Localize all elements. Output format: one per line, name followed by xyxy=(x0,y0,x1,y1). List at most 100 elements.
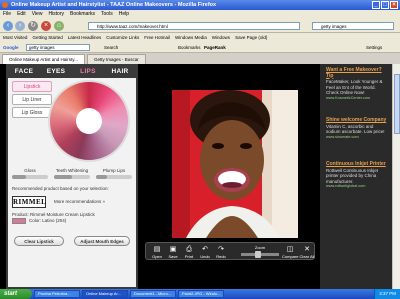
tab-label: Getty Images - Buscar xyxy=(93,57,139,62)
menu-history[interactable]: History xyxy=(48,10,64,19)
save-label: Save xyxy=(168,254,178,259)
subtab-lipstick[interactable]: Lipstick xyxy=(12,81,52,92)
ad-url[interactable]: www.sinomate.com xyxy=(326,135,388,141)
tab-strip: Online Makeup Artist and Hairsty... Gett… xyxy=(0,53,400,64)
slider-fill xyxy=(96,175,107,179)
slider-label: Plump Lips xyxy=(102,168,126,173)
google-settings-button[interactable]: Settings xyxy=(366,42,382,53)
navigation-toolbar: ‹ › ↻ × ⌂ http://www.taaz.com/makeover.h… xyxy=(0,19,400,33)
menu-view[interactable]: View xyxy=(32,10,43,19)
undo-button[interactable]: ↶ Undo xyxy=(198,245,212,259)
brand-logo[interactable]: RIMMEL xyxy=(12,196,46,208)
home-icon[interactable]: ⌂ xyxy=(54,21,64,31)
windows-taskbar: start Prueba Petrobra... Online Makeup A… xyxy=(0,289,400,299)
clear-all-button[interactable]: ✕ Clear All xyxy=(299,245,315,259)
window-title: Online Makeup Artist and Hairstylist - T… xyxy=(11,2,217,8)
menu-help[interactable]: Help xyxy=(119,10,129,19)
subtab-lip-gloss[interactable]: Lip Gloss xyxy=(12,107,52,118)
vertical-scrollbar[interactable] xyxy=(392,64,400,289)
ad-title[interactable]: Want a Free Makeover? Tip xyxy=(326,67,388,79)
taskbar-item[interactable]: Online Makeup Ar... xyxy=(82,290,128,298)
menu-edit[interactable]: Edit xyxy=(17,10,26,19)
stop-icon[interactable]: × xyxy=(41,21,51,31)
product-color: Color: Latino (204) xyxy=(29,218,67,224)
tab-label: Online Makeup Artist and Hairsty... xyxy=(9,57,78,62)
plump-lips-slider[interactable]: Plump Lips xyxy=(96,168,132,179)
menu-tools[interactable]: Tools xyxy=(101,10,113,19)
tab-lips[interactable]: LIPS xyxy=(72,66,104,78)
zoom-slider[interactable]: Zoom xyxy=(241,245,279,258)
bookmark-windows-media[interactable]: Windows Media xyxy=(175,33,207,42)
more-recommendations-link[interactable]: More recommendations » xyxy=(54,199,105,204)
save-button[interactable]: ▣ Save xyxy=(166,245,180,259)
print-label: Print xyxy=(184,254,194,259)
close-window-button[interactable]: × xyxy=(390,1,398,9)
slider-fill xyxy=(54,175,72,179)
redo-button[interactable]: ↷ Redo xyxy=(214,245,228,259)
taskbar-item[interactable]: Document1 - Micro... xyxy=(130,290,176,298)
clear-all-label: Clear All xyxy=(299,254,315,259)
open-button[interactable]: ▤ Open xyxy=(150,245,164,259)
color-wheel[interactable] xyxy=(48,80,130,162)
ad-title[interactable]: Continuous Inkjet Printer xyxy=(326,161,388,168)
url-bar[interactable]: http://www.taaz.com/makeover.html xyxy=(88,22,300,30)
google-bookmarks-button[interactable]: Bookmarks xyxy=(178,42,201,53)
compare-button[interactable]: ◫ Compare xyxy=(282,245,298,259)
menu-file[interactable]: File xyxy=(3,10,11,19)
editor-toolbar: ▤ Open ▣ Save ⎙ Print ↶ Undo ↷ Redo Zoom ◫ Com… xyxy=(145,242,315,260)
printer-icon: ⎙ xyxy=(186,246,192,253)
ad-url[interactable]: www.rottweilglobal.com xyxy=(326,184,388,190)
back-icon[interactable]: ‹ xyxy=(3,21,13,31)
gloss-slider[interactable]: Gloss xyxy=(12,168,48,179)
taskbar-item[interactable]: Paint2.JPG - Windo... xyxy=(178,290,224,298)
maximize-button[interactable]: □ xyxy=(381,1,389,9)
tab-hair[interactable]: HAIR xyxy=(104,66,136,78)
reload-icon[interactable]: ↻ xyxy=(28,21,38,31)
url-text: http://www.taaz.com/makeover.html xyxy=(97,24,168,29)
adjust-mouth-edges-button[interactable]: Adjust Mouth Edges xyxy=(74,236,130,246)
bookmarks-toolbar: Most Visited Getting Started Latest Head… xyxy=(0,33,400,42)
lips-panel: Lipstick Lip Liner Lip Gloss Gloss Teeth… xyxy=(8,78,136,287)
forward-icon[interactable]: › xyxy=(15,21,25,31)
zoom-label: Zoom xyxy=(254,245,266,250)
minimize-button[interactable]: _ xyxy=(372,1,380,9)
color-wheel-center xyxy=(76,108,102,134)
slider-fill xyxy=(12,175,27,179)
google-search-input[interactable]: getty images xyxy=(26,44,90,51)
ad-body: Rottweil Continuous Inkjet printer provi… xyxy=(326,167,379,184)
google-search-button[interactable]: Search xyxy=(104,42,118,53)
search-value: getty images xyxy=(321,24,347,29)
slider-label: Teeth Whitening xyxy=(55,168,89,173)
clear-lipstick-button[interactable]: Clear Lipstick xyxy=(14,236,64,246)
menu-bookmarks[interactable]: Bookmarks xyxy=(70,10,95,19)
bookmark-save-page[interactable]: Save Page (old) xyxy=(235,33,267,42)
teeth-whitening-slider[interactable]: Teeth Whitening xyxy=(54,168,90,179)
tab-taaz[interactable]: Online Makeup Artist and Hairsty... xyxy=(2,54,85,64)
google-toolbar: Google getty images Search Bookmarks Pag… xyxy=(0,42,400,53)
tab-eyes[interactable]: EYES xyxy=(40,66,72,78)
search-input[interactable]: getty images xyxy=(312,22,394,30)
bookmark-getting-started[interactable]: Getting Started xyxy=(32,33,62,42)
folder-icon: ▤ xyxy=(153,246,161,253)
bookmark-most-visited[interactable]: Most Visited xyxy=(3,33,27,42)
google-logo: Google xyxy=(3,45,19,50)
redo-label: Redo xyxy=(216,254,226,259)
compare-icon: ◫ xyxy=(286,246,294,253)
scrollbar-thumb[interactable] xyxy=(394,74,400,134)
bookmark-latest-headlines[interactable]: Latest Headlines xyxy=(68,33,102,42)
ad-title[interactable]: Shine welcome Company xyxy=(326,117,388,124)
tab-face[interactable]: FACE xyxy=(8,66,40,78)
taskbar-item[interactable]: Prueba Petrobra... xyxy=(34,290,80,298)
disk-icon: ▣ xyxy=(169,246,177,253)
subtab-lip-liner[interactable]: Lip Liner xyxy=(12,94,52,105)
print-button[interactable]: ⎙ Print xyxy=(182,245,196,259)
slider-label: Gloss xyxy=(24,168,36,173)
makeover-panel: FACE EYES LIPS HAIR Lipstick Lip Liner L… xyxy=(6,64,138,289)
zoom-knob[interactable] xyxy=(255,251,261,258)
bookmark-customize-links[interactable]: Customize Links xyxy=(106,33,139,42)
bookmark-free-hotmail[interactable]: Free Hotmail xyxy=(144,33,170,42)
tab-getty[interactable]: Getty Images - Buscar xyxy=(86,54,146,64)
ad-url[interactable]: www.KosmeticCenter.com xyxy=(326,96,388,102)
bookmark-windows[interactable]: Windows xyxy=(212,33,230,42)
start-button[interactable]: start xyxy=(0,289,32,299)
